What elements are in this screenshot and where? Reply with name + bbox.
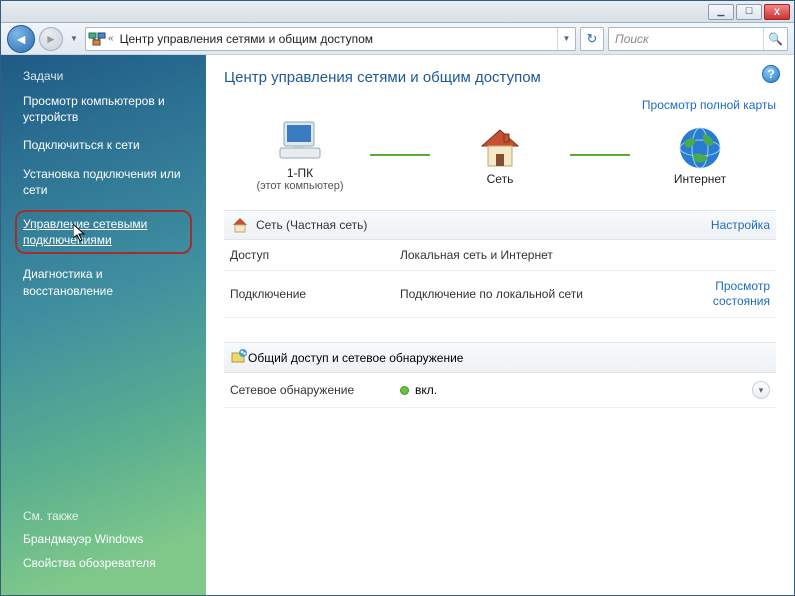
sidebar-item-connect-network[interactable]: Подключиться к сети xyxy=(23,137,188,153)
titlebar: ▁ ☐ X xyxy=(1,1,794,23)
sidebar-item-view-computers[interactable]: Просмотр компьютеров и устройств xyxy=(23,93,188,125)
maximize-button[interactable]: ☐ xyxy=(736,4,762,20)
page-title: Центр управления сетями и общим доступом xyxy=(224,69,776,86)
node-label: Интернет xyxy=(674,172,726,186)
node-internet: Интернет xyxy=(630,124,770,186)
row-value: Подключение по локальной сети xyxy=(400,287,680,301)
address-bar[interactable]: « Центр управления сетями и общим доступ… xyxy=(85,27,576,51)
house-icon xyxy=(474,124,526,172)
cursor-icon xyxy=(73,224,87,246)
status-on-icon xyxy=(400,386,409,395)
sidebar-item-manage-connections[interactable]: Управление сетевыми подключениями xyxy=(15,210,192,254)
connection-line xyxy=(570,154,630,156)
sharing-icon xyxy=(230,347,248,368)
breadcrumb-arrow-icon: « xyxy=(108,33,116,44)
row-key: Подключение xyxy=(230,287,400,301)
back-button[interactable]: ◄ xyxy=(7,25,35,53)
computer-icon xyxy=(274,118,326,166)
section-title: Общий доступ и сетевое обнаружение xyxy=(248,351,463,365)
house-small-icon xyxy=(230,215,250,235)
network-discovery-row: Сетевое обнаружение вкл. ▾ xyxy=(224,373,776,408)
section-title: Сеть (Частная сеть) xyxy=(256,218,711,232)
refresh-button[interactable]: ↻ xyxy=(580,27,604,51)
network-section-header: Сеть (Частная сеть) Настройка xyxy=(224,210,776,240)
search-icon: 🔍 xyxy=(763,28,787,50)
arrow-left-icon: ◄ xyxy=(14,31,28,47)
history-dropdown[interactable]: ▼ xyxy=(67,34,81,43)
view-full-map-link[interactable]: Просмотр полной карты xyxy=(642,98,776,112)
address-text: Центр управления сетями и общим доступом xyxy=(116,32,557,46)
refresh-icon: ↻ xyxy=(587,31,598,47)
row-value: Локальная сеть и Интернет xyxy=(400,248,770,262)
address-dropdown[interactable]: ▼ xyxy=(557,28,575,50)
sidebar-see-also: См. также xyxy=(23,509,188,523)
sidebar-item-internet-options[interactable]: Свойства обозревателя xyxy=(23,555,188,571)
sidebar: Задачи Просмотр компьютеров и устройств … xyxy=(1,55,206,595)
search-box[interactable]: Поиск 🔍 xyxy=(608,27,788,51)
network-center-icon xyxy=(86,28,108,50)
sharing-section-header: Общий доступ и сетевое обнаружение xyxy=(224,342,776,373)
main-content: ? Центр управления сетями и общим доступ… xyxy=(206,55,794,595)
node-this-pc: 1-ПК (этот компьютер) xyxy=(230,118,370,192)
node-sublabel: (этот компьютер) xyxy=(256,180,343,192)
sidebar-item-firewall[interactable]: Брандмауэр Windows xyxy=(23,531,188,547)
body: Задачи Просмотр компьютеров и устройств … xyxy=(1,55,794,595)
network-diagram: 1-ПК (этот компьютер) Сеть Интернет xyxy=(224,118,776,192)
node-network: Сеть xyxy=(430,124,570,186)
minimize-button[interactable]: ▁ xyxy=(708,4,734,20)
help-icon: ? xyxy=(767,67,774,81)
sidebar-item-diagnose[interactable]: Диагностика и восстановление xyxy=(23,266,188,298)
forward-button[interactable]: ► xyxy=(39,27,63,51)
view-status-link[interactable]: Просмотр состояния xyxy=(680,279,770,309)
navbar: ◄ ► ▼ « Центр управления сетями и общим … xyxy=(1,23,794,55)
access-row: Доступ Локальная сеть и Интернет xyxy=(224,240,776,271)
node-label: Сеть xyxy=(487,172,514,186)
node-label: 1-ПК xyxy=(287,166,313,180)
help-button[interactable]: ? xyxy=(762,65,780,83)
search-placeholder: Поиск xyxy=(609,32,763,46)
connection-line xyxy=(370,154,430,156)
arrow-right-icon: ► xyxy=(45,32,57,46)
window: ▁ ☐ X ◄ ► ▼ « Центр управления сетями и … xyxy=(0,0,795,596)
globe-icon xyxy=(674,124,726,172)
connection-row: Подключение Подключение по локальной сет… xyxy=(224,271,776,318)
close-button[interactable]: X xyxy=(764,4,790,20)
sidebar-item-setup-connection[interactable]: Установка подключения или сети xyxy=(23,166,188,198)
chevron-down-icon: ▾ xyxy=(759,385,764,396)
sidebar-heading: Задачи xyxy=(23,69,188,83)
expand-button[interactable]: ▾ xyxy=(752,381,770,399)
row-key: Доступ xyxy=(230,248,400,262)
customize-link[interactable]: Настройка xyxy=(711,218,770,232)
row-value: вкл. xyxy=(415,383,437,397)
row-key: Сетевое обнаружение xyxy=(230,383,400,397)
